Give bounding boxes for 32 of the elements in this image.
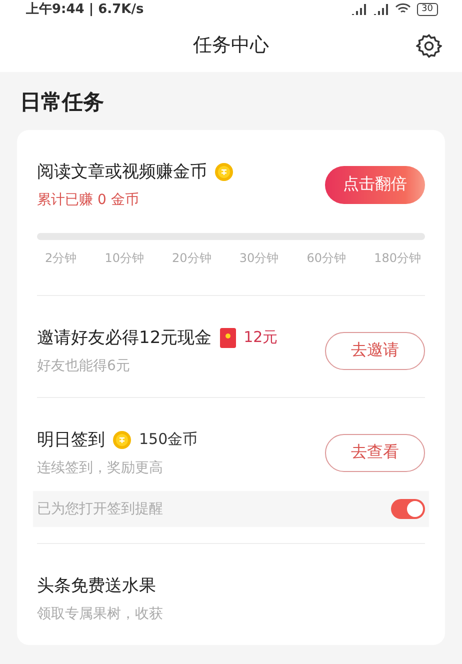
task-subtitle: 领取专属果树，收获 [37,605,163,623]
status-time: 上午9:44 | 6.7K/s [26,1,144,18]
task-title: 阅读文章或视频赚金币 [37,161,207,183]
task-button[interactable]: 去邀请 [325,332,425,370]
signal-icon [350,4,367,14]
signal-icon [372,4,389,14]
tick-label: 30分钟 [239,250,279,267]
battery-icon: 30 [416,2,438,16]
reward-amount: 12元 [244,328,278,347]
task-button[interactable]: 点击翻倍 [325,166,425,204]
task-subtitle: 连续签到，奖励更高 [37,459,164,477]
tick-label: 10分钟 [104,250,144,267]
wifi-icon [394,3,411,15]
tick-label: 20分钟 [172,250,212,267]
coin-icon [215,162,233,180]
task-button[interactable]: 去查看 [325,434,425,472]
envelope-icon [220,328,236,348]
tick-label: 60分钟 [306,250,346,267]
reward-amount: 150金币 [139,430,198,449]
task-title: 邀请好友必得12元现金 [37,327,212,349]
task-subtitle: 累计已赚 0 金币 [37,191,140,209]
task-title: 明日签到 [37,429,105,451]
tick-label: 2分钟 [45,250,77,267]
task-title: 头条免费送水果 [37,575,156,597]
reminder-text: 已为您打开签到提醒 [37,500,163,518]
coin-icon [113,430,131,448]
page-title: 任务中心 [193,33,269,58]
task-subtitle: 好友也能得6元 [37,357,131,375]
tick-label: 180分钟 [374,250,421,267]
settings-icon[interactable] [416,33,442,59]
section-title: 日常任务 [19,89,105,116]
reminder-toggle[interactable] [391,499,425,519]
